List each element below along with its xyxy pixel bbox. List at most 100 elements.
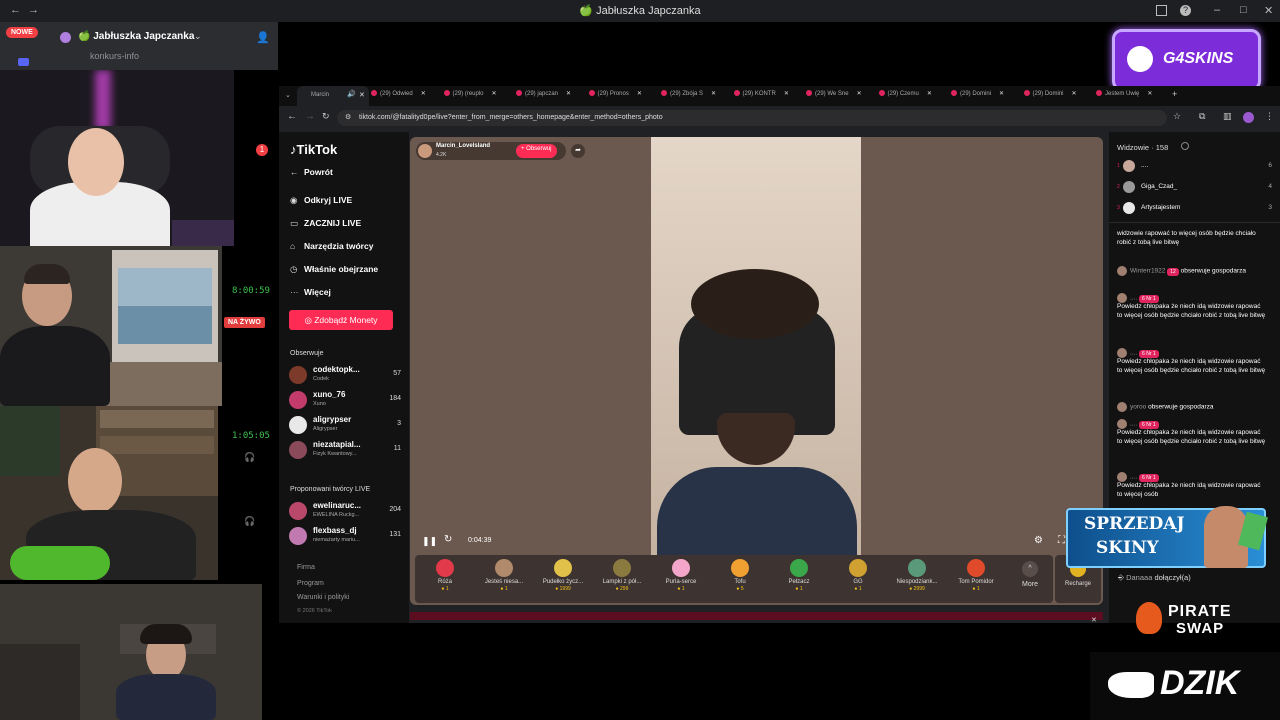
more-gifts-button[interactable]: ^ More — [1015, 561, 1045, 588]
browser-tab[interactable]: (29) We Sne ✕ — [806, 90, 862, 97]
channel-name[interactable]: konkurs-info — [90, 51, 139, 61]
following-item[interactable]: aligrypser Aligrypser 3 — [289, 414, 401, 436]
folder-icon[interactable] — [18, 58, 29, 66]
footer-program[interactable]: Program — [297, 580, 324, 587]
back-link[interactable]: ← Powrót — [290, 167, 333, 177]
youtube-icon — [951, 90, 957, 97]
forward-icon[interactable]: → — [305, 111, 315, 122]
url-input[interactable]: ⚙ tiktok.com/@fatalityd0pe/live?enter_fr… — [337, 110, 1167, 126]
nav-recently-watched[interactable]: ◷ Właśnie obejrzane — [290, 264, 378, 275]
top-viewer[interactable]: 3 Artystajestem 3 — [1117, 202, 1272, 216]
tab-close-icon[interactable]: ✕ — [711, 91, 716, 97]
avatar[interactable] — [1117, 402, 1127, 412]
suggested-item[interactable]: flexbass_dj niemażarty mariu... 131 — [289, 525, 401, 547]
browser-tab[interactable]: (29) Czemu ✕ — [878, 90, 932, 97]
gift-item[interactable]: Tofu ● 5 — [710, 559, 770, 592]
tab-close-icon[interactable]: ✕ — [637, 91, 642, 97]
tiktok-logo[interactable]: ♪TikTok — [290, 142, 337, 157]
footer-company[interactable]: Firma — [297, 564, 315, 571]
host-avatar[interactable] — [418, 144, 432, 158]
sell-skins-ad[interactable]: SPRZEDAJ SKINY — [1066, 506, 1269, 568]
youtube-icon — [878, 90, 885, 97]
tab-close-icon[interactable]: ✕ — [999, 91, 1004, 97]
minimize-icon[interactable]: – — [1214, 4, 1220, 16]
avatar[interactable] — [1117, 293, 1127, 303]
tab-close-icon[interactable]: ✕ — [1147, 91, 1152, 97]
browser-tab[interactable]: (29) Domini ✕ — [951, 90, 1004, 97]
help-icon[interactable]: ? — [1180, 5, 1191, 16]
sidebar-icon[interactable]: ▥ — [1223, 111, 1232, 122]
more-dots-icon: ··· — [290, 287, 299, 297]
gift-item[interactable]: Jesteś niesa... ● 1 — [474, 559, 534, 592]
tab-menu-icon[interactable]: ⌄ — [285, 91, 291, 99]
following-item[interactable]: niezatapial... Fizyk Kwantowy... 11 — [289, 439, 401, 461]
reload-icon[interactable]: ↻ — [322, 111, 330, 122]
settings-icon[interactable]: ⚙ — [1034, 535, 1043, 546]
suggested-item[interactable]: ewelinaruc... EWELINA Ruckg... 204 — [289, 500, 401, 522]
refresh-icon[interactable]: ↻ — [444, 534, 452, 545]
host-name[interactable]: Marcin_Lovelsland — [436, 143, 490, 149]
avatar[interactable] — [1117, 419, 1127, 429]
browser-tab[interactable]: (29) Pronos ✕ — [588, 90, 642, 97]
tab-close-icon[interactable]: ✕ — [566, 91, 571, 97]
tab-close-icon[interactable]: ✕ — [492, 91, 497, 97]
info-icon[interactable] — [1181, 142, 1189, 150]
bookmark-star-icon[interactable]: ☆ — [1173, 111, 1181, 122]
nav-discover-live[interactable]: ◉ Odkryj LIVE — [290, 195, 352, 206]
add-member-icon[interactable]: 👤 — [256, 31, 270, 44]
tab-close-icon[interactable]: ✕ — [1072, 91, 1077, 97]
profile-avatar[interactable] — [1243, 112, 1254, 123]
close-icon[interactable]: ✕ — [1264, 4, 1273, 17]
gift-item[interactable]: Pudełko życz... ● 1999 — [533, 559, 593, 592]
tab-close-icon[interactable]: ✕ — [784, 91, 789, 97]
extensions-icon[interactable]: ⧉ — [1199, 111, 1205, 122]
gift-item[interactable]: Róża ● 1 — [415, 559, 475, 592]
browser-tab[interactable]: (29) (reuplo ✕ — [443, 90, 497, 97]
browser-tab[interactable]: (29) japczan ✕ — [516, 90, 571, 97]
back-icon[interactable]: ← — [287, 111, 297, 122]
browser-tab[interactable]: (29) Domini ✕ — [1023, 90, 1077, 97]
top-viewer[interactable]: 1.... 6 — [1117, 160, 1272, 174]
gift-item[interactable]: Niespodziank... ● 2999 — [887, 559, 947, 592]
browser-tab[interactable]: (29) Zbója S ✕ — [661, 90, 716, 97]
tab-close-icon[interactable]: ✕ — [421, 91, 426, 97]
get-coins-button[interactable]: ◎ Zdobądź Monety — [289, 310, 393, 330]
banner-close-icon[interactable]: ✕ — [1091, 616, 1097, 624]
maximize-icon[interactable]: □ — [1240, 4, 1247, 16]
youtube-icon — [661, 90, 667, 97]
inbox-icon[interactable] — [1156, 5, 1167, 16]
footer-terms[interactable]: Warunki i polityki — [297, 594, 349, 601]
gift-item[interactable]: Tom Pomidor ● 1 — [946, 559, 1006, 592]
share-icon[interactable]: ➦ — [571, 144, 585, 158]
new-tab-icon[interactable]: + — [1172, 89, 1177, 99]
gift-item[interactable]: Purla-serce ● 1 — [651, 559, 711, 592]
site-info-icon[interactable]: ⚙ — [345, 113, 351, 121]
browser-tab[interactable]: Jestem Uwię ✕ — [1096, 90, 1152, 97]
browser-tab[interactable]: (29) KONTR ✕ — [733, 90, 789, 97]
server-name[interactable]: 🍏 Jabłuszka Japczanka — [78, 31, 194, 42]
nav-creator-tools[interactable]: ⌂ Narzędzia twórcy — [290, 241, 373, 251]
tab-close-icon[interactable]: ✕ — [927, 91, 932, 97]
gift-item[interactable]: GG ● 1 — [828, 559, 888, 592]
pause-icon[interactable]: ❚❚ — [422, 536, 437, 547]
following-item[interactable]: xuno_76 Xuno 184 — [289, 389, 401, 411]
fullscreen-icon[interactable]: ⛶ — [1058, 535, 1065, 546]
gift-item[interactable]: Pełzacz ● 1 — [769, 559, 829, 592]
avatar[interactable] — [1117, 472, 1127, 482]
nav-start-live[interactable]: ▭ ZACZNIJ LIVE — [290, 218, 361, 229]
server-icon[interactable] — [60, 32, 71, 43]
video-player[interactable] — [651, 137, 861, 555]
chevron-down-icon[interactable]: ⌄ — [194, 31, 202, 42]
tab-close-icon[interactable]: ✕ — [857, 91, 862, 97]
following-item[interactable]: codektopk... Codek 57 — [289, 364, 401, 386]
menu-icon[interactable]: ⋮ — [1265, 111, 1274, 122]
top-viewer[interactable]: 2 Giga_Czad_ 4 — [1117, 181, 1272, 195]
gift-item[interactable]: Lampki z pół... ● 299 — [592, 559, 652, 592]
g4skins-ad[interactable]: G4SKINS — [1112, 29, 1261, 91]
follow-button[interactable]: + Obserwuj — [516, 144, 557, 158]
avatar[interactable] — [1117, 348, 1127, 358]
nav-more[interactable]: ··· Więcej — [290, 287, 331, 297]
avatar[interactable] — [1117, 266, 1127, 276]
tab-close-icon[interactable]: ✕ — [359, 91, 365, 99]
browser-tab[interactable]: (29) Odwied ✕ — [371, 90, 426, 97]
